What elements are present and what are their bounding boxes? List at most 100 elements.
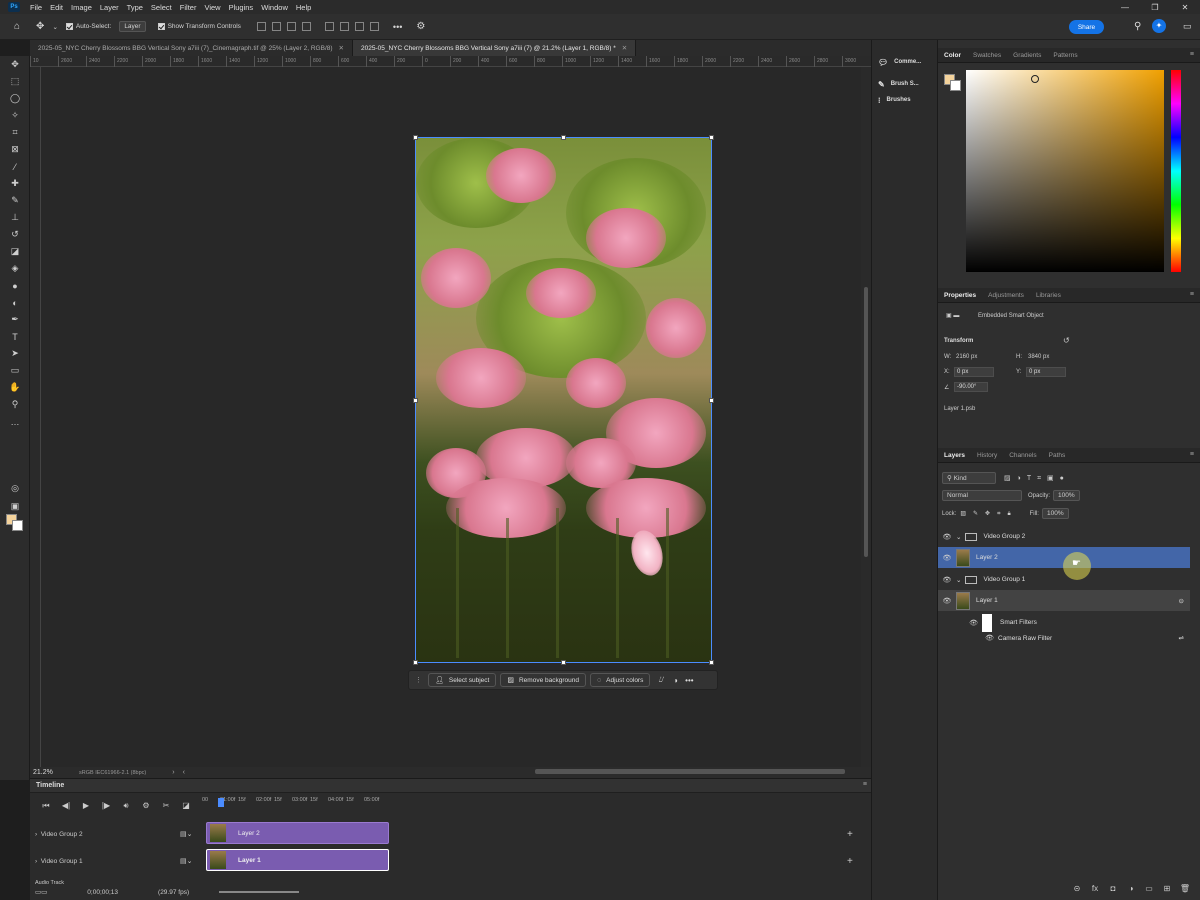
distribute-icon[interactable] — [301, 22, 311, 31]
crop-tool-icon[interactable]: ⌗ — [0, 124, 30, 141]
adjust-colors-button[interactable]: ◌ Adjust colors — [589, 673, 651, 687]
trash-icon[interactable]: 🗑︎ — [1176, 884, 1194, 893]
dodge-tool-icon[interactable]: ◐ — [0, 294, 30, 311]
align-top-icon[interactable] — [324, 22, 334, 31]
new-layer-icon[interactable]: ⊞ — [1158, 884, 1176, 893]
color-picker-field[interactable] — [966, 70, 1164, 272]
magic-wand-tool-icon[interactable]: ✧ — [0, 107, 30, 124]
tab-properties[interactable]: Properties — [938, 292, 982, 299]
height-value[interactable]: 3840 px — [1028, 354, 1049, 360]
layer-1[interactable]: 👁︎ Layer 1 ⊝ — [938, 590, 1190, 611]
x-field[interactable]: 0 px — [954, 367, 994, 377]
menu-edit[interactable]: Edit — [46, 3, 67, 12]
next-frame-icon[interactable]: |▶ — [96, 801, 116, 811]
discover-icon[interactable]: ✦ — [1152, 19, 1166, 33]
tab-color[interactable]: Color — [938, 52, 967, 59]
timecode[interactable]: 0;00;00;13 — [87, 889, 118, 896]
new-group-icon[interactable]: ▭ — [1140, 884, 1158, 893]
angle-field[interactable]: -90.00° — [954, 382, 988, 392]
more-tools-icon[interactable]: … — [0, 413, 30, 430]
menu-filter[interactable]: Filter — [176, 3, 201, 12]
chevron-down-icon[interactable]: ⌄ — [956, 576, 961, 584]
healing-brush-tool-icon[interactable]: ✚ — [0, 175, 30, 192]
filter-options-icon[interactable]: ⇌ — [1179, 634, 1184, 642]
share-button[interactable]: Share — [1069, 20, 1104, 34]
menu-window[interactable]: Window — [257, 3, 292, 12]
tab-patterns[interactable]: Patterns — [1047, 52, 1083, 59]
color-picker-cursor[interactable] — [1031, 75, 1039, 83]
panel-menu-icon[interactable]: ≡ — [1190, 51, 1194, 58]
eyedropper-tool-icon[interactable]: ⁄ — [0, 158, 30, 175]
brush-settings-panel-button[interactable]: ✎ Brush S... — [872, 76, 937, 92]
more-options-icon[interactable]: ••• — [393, 22, 402, 32]
panel-menu-icon[interactable]: ≡ — [863, 781, 867, 788]
tab-paths[interactable]: Paths — [1043, 452, 1072, 459]
tab-active-document[interactable]: 2025-05_NYC Cherry Blossoms BBG Vertical… — [352, 40, 637, 56]
background-color-swatch[interactable] — [950, 80, 961, 91]
eye-icon[interactable]: 👁︎ — [938, 576, 956, 584]
marquee-tool-icon[interactable]: ⬚ — [0, 73, 30, 90]
tab-adjustments[interactable]: Adjustments — [982, 292, 1030, 299]
close-icon[interactable]: ✕ — [622, 44, 627, 52]
background-color-swatch[interactable] — [12, 520, 23, 531]
add-mask-icon[interactable]: ◘ — [1104, 884, 1122, 893]
transform-handle[interactable] — [709, 398, 714, 403]
menu-file[interactable]: File — [26, 3, 46, 12]
pen-tool-icon[interactable]: ✒ — [0, 311, 30, 328]
workspace-icon[interactable]: ▭ — [1183, 21, 1192, 32]
align-bottom-icon[interactable] — [354, 22, 364, 31]
menu-layer[interactable]: Layer — [96, 3, 123, 12]
more-icon[interactable]: ••• — [682, 676, 696, 685]
transform-handle[interactable] — [413, 398, 418, 403]
type-tool-icon[interactable]: T — [0, 328, 30, 345]
eraser-tool-icon[interactable]: ◪ — [0, 243, 30, 260]
eye-icon[interactable]: 👁︎ — [938, 554, 956, 562]
panel-menu-icon[interactable]: ≡ — [1190, 451, 1194, 458]
drag-handle-icon[interactable]: ⋮ — [415, 676, 422, 684]
camera-raw-filter-row[interactable]: 👁︎ Camera Raw Filter ⇌ — [938, 631, 1190, 645]
quick-mask-icon[interactable]: ◎ — [0, 480, 30, 497]
home-icon[interactable]: ⌂ — [14, 21, 20, 32]
tab-cinemagraph[interactable]: 2025-05_NYC Cherry Blossoms BBG Vertical… — [30, 40, 353, 56]
tab-history[interactable]: History — [971, 452, 1003, 459]
eye-icon[interactable]: 👁︎ — [938, 634, 994, 642]
gear-icon[interactable]: ⚙ — [136, 801, 156, 811]
minimize-button[interactable]: — — [1110, 3, 1140, 12]
move-tool-icon[interactable]: ✥ — [0, 56, 30, 73]
eye-icon[interactable]: 👁︎ — [938, 619, 978, 627]
film-icon[interactable]: ▤⌄ — [180, 857, 192, 865]
layer-video-group-2[interactable]: 👁︎ ⌄ Video Group 2 — [938, 526, 1190, 547]
layer-filter-dropdown[interactable]: ⚲ Kind — [942, 472, 996, 484]
screen-mode-icon[interactable]: ▣ — [0, 498, 30, 515]
chevron-right-icon[interactable]: › — [172, 769, 174, 776]
select-subject-button[interactable]: 👤︎ Select subject — [428, 673, 497, 687]
history-brush-tool-icon[interactable]: ↺ — [0, 226, 30, 243]
previous-frame-icon[interactable]: ◀| — [56, 801, 76, 811]
lock-icons[interactable]: ▨✎✥⌗🔒︎ — [960, 510, 1017, 518]
clip-layer-2[interactable]: Layer 2 — [206, 822, 389, 844]
align-left-icon[interactable] — [256, 22, 266, 31]
menu-help[interactable]: Help — [292, 3, 315, 12]
distribute-vertical-icon[interactable] — [369, 22, 379, 31]
timeline-ruler[interactable]: 00 01:00f 15f 02:00f 15f 03:00f 15f 04:0… — [202, 797, 402, 809]
chevron-down-icon[interactable]: ⌄ — [956, 533, 961, 541]
tab-libraries[interactable]: Libraries — [1030, 292, 1067, 299]
fx-icon[interactable]: fx — [1086, 884, 1104, 893]
blend-mode-dropdown[interactable]: Normal — [942, 490, 1022, 501]
filter-icons[interactable]: ▨◑T⌗▣● — [1004, 474, 1070, 483]
transform-handle[interactable] — [413, 660, 418, 665]
horizontal-scroll-thumb[interactable] — [535, 769, 845, 774]
zoom-tool-icon[interactable]: ⚲ — [0, 396, 30, 413]
auto-select-checkbox[interactable]: Auto-Select: — [65, 23, 111, 30]
transform-icon[interactable]: ⌰ — [654, 675, 668, 685]
hand-tool-icon[interactable]: ✋ — [0, 379, 30, 396]
track-video-group-2[interactable]: › Video Group 2 — [35, 831, 83, 838]
zoom-slider[interactable] — [219, 891, 300, 893]
close-icon[interactable]: ✕ — [339, 44, 344, 52]
gear-icon[interactable]: ⚙ — [416, 21, 425, 32]
paint-bucket-tool-icon[interactable]: ◈ — [0, 260, 30, 277]
tab-gradients[interactable]: Gradients — [1007, 52, 1047, 59]
brush-tool-icon[interactable]: ✎ — [0, 192, 30, 209]
width-value[interactable]: 2160 px — [956, 354, 977, 360]
transform-handle[interactable] — [709, 660, 714, 665]
